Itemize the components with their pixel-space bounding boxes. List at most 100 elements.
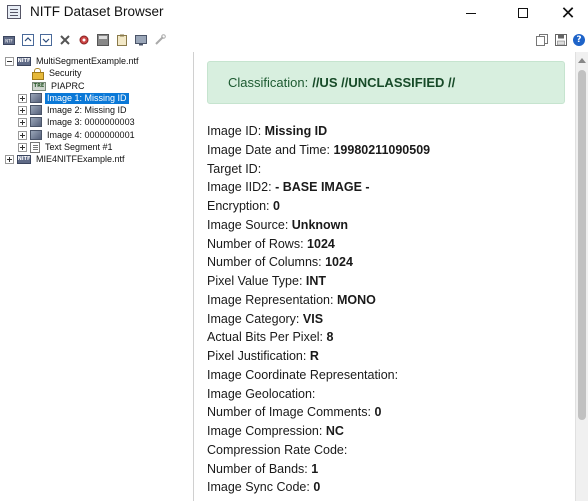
tree-label-image1[interactable]: Image 1: Missing ID bbox=[45, 92, 129, 104]
detail-field: Image Representation: MONO bbox=[207, 291, 567, 310]
detail-field: Image Source: Unknown bbox=[207, 216, 567, 235]
details-scrollbar[interactable] bbox=[575, 52, 588, 501]
image-segment-icon bbox=[30, 130, 42, 140]
detail-field: Encryption: 0 bbox=[207, 197, 567, 216]
tree-label-security[interactable]: Security bbox=[47, 68, 84, 79]
detail-field: Image IID2: - BASE IMAGE - bbox=[207, 178, 567, 197]
detail-field: Image ID: Missing ID bbox=[207, 122, 567, 141]
minimize-button[interactable] bbox=[448, 0, 494, 26]
image-segment-icon bbox=[30, 93, 42, 103]
tree-label-image3[interactable]: Image 3: 0000000003 bbox=[45, 117, 137, 128]
settings-icon[interactable] bbox=[78, 34, 90, 46]
detail-field: Image Coordinate Representation: bbox=[207, 366, 567, 385]
detail-field-label: Image Compression: bbox=[207, 424, 323, 438]
image-segment-icon bbox=[30, 117, 42, 127]
tree-label-image4[interactable]: Image 4: 0000000001 bbox=[45, 130, 137, 141]
detail-field-label: Pixel Justification: bbox=[207, 349, 307, 363]
expand-node-icon[interactable] bbox=[18, 130, 27, 140]
detail-field: Compression Rate Code: bbox=[207, 441, 567, 460]
detail-field-label: Number of Image Comments: bbox=[207, 405, 371, 420]
tree-node-security[interactable]: Security bbox=[32, 67, 84, 80]
maximize-button[interactable] bbox=[500, 0, 546, 26]
help-glyph: ? bbox=[573, 34, 585, 46]
detail-field-label: Compression Rate Code: bbox=[207, 442, 348, 457]
detail-field-label: Image Representation: bbox=[207, 292, 334, 307]
detail-field: Number of Columns: 1024 bbox=[207, 253, 567, 272]
detail-field-label: Pixel Value Type: bbox=[207, 274, 303, 288]
detail-field-label: Encryption: bbox=[207, 199, 270, 213]
tree-node-image2[interactable]: Image 2: Missing ID bbox=[18, 104, 129, 116]
lock-icon bbox=[32, 68, 44, 80]
tree-label-piaprc[interactable]: PIAPRC bbox=[49, 81, 87, 92]
app-icon bbox=[7, 5, 21, 19]
detail-field-label: Actual Bits Per Pixel: bbox=[207, 330, 324, 345]
save-icon[interactable] bbox=[555, 34, 567, 46]
detail-field-label: Image ID: bbox=[207, 124, 262, 138]
detail-field-label: Image Source: bbox=[207, 217, 289, 232]
detail-field-value: 1 bbox=[311, 461, 319, 476]
detail-field-label: Image Geolocation: bbox=[207, 386, 316, 401]
tree-node-image3[interactable]: Image 3: 0000000003 bbox=[18, 116, 137, 128]
detail-field: Pixel Justification: R bbox=[207, 347, 567, 366]
maximize-icon bbox=[518, 8, 528, 18]
detail-field: Target ID: bbox=[207, 160, 567, 179]
detail-field-value: Missing ID bbox=[264, 124, 328, 138]
detail-field-value: 0 bbox=[273, 199, 280, 213]
detail-field: Image Geolocation: bbox=[207, 385, 567, 404]
field-list: Image ID: Missing ID Image Date and Time:… bbox=[207, 122, 567, 497]
open-file-icon[interactable]: NTF bbox=[3, 34, 15, 46]
help-icon[interactable]: ? bbox=[573, 34, 585, 46]
expand-node-icon[interactable] bbox=[5, 154, 14, 164]
details-panel: Classification: //US //UNCLASSIFIED // I… bbox=[197, 52, 575, 501]
toolbar: NTF ? bbox=[0, 28, 588, 52]
copy-icon[interactable] bbox=[536, 34, 548, 46]
detail-field-value: 0 bbox=[374, 405, 382, 420]
clipboard-icon[interactable] bbox=[116, 34, 128, 46]
detail-field-value: VIS bbox=[302, 311, 324, 326]
tree-node-root2[interactable]: NITF MIE4NITFExample.ntf bbox=[5, 153, 127, 165]
scroll-up-icon[interactable] bbox=[578, 58, 586, 63]
expand-node-icon[interactable] bbox=[18, 105, 27, 115]
tree-node-image1[interactable]: Image 1: Missing ID bbox=[18, 92, 129, 104]
detail-field: Actual Bits Per Pixel: 8 bbox=[207, 328, 567, 347]
detail-field: Number of Rows: 1024 bbox=[207, 235, 567, 254]
scroll-thumb[interactable] bbox=[578, 70, 586, 420]
nitf-file-icon: NITF bbox=[17, 56, 31, 66]
collapse-node-icon[interactable] bbox=[5, 56, 14, 66]
detail-field-value: 1024 bbox=[325, 255, 353, 270]
tree-label-root2[interactable]: MIE4NITFExample.ntf bbox=[34, 154, 127, 165]
tools-icon[interactable] bbox=[154, 34, 166, 46]
detail-field: Number of Bands: 1 bbox=[207, 460, 567, 479]
detail-field: Image Category: VIS bbox=[207, 310, 567, 329]
detail-field-value: 1024 bbox=[307, 236, 335, 251]
text-segment-icon bbox=[30, 141, 40, 153]
tree-node-image4[interactable]: Image 4: 0000000001 bbox=[18, 129, 137, 141]
detail-field: Image Sync Code: 0 bbox=[207, 478, 567, 497]
expand-icon[interactable] bbox=[40, 34, 52, 46]
expand-node-icon[interactable] bbox=[18, 93, 27, 103]
title-bar: NITF Dataset Browser ✕ bbox=[0, 0, 588, 26]
expand-node-icon[interactable] bbox=[18, 142, 27, 152]
dataset-tree[interactable]: NITF MultiSegmentExample.ntf Security TR… bbox=[0, 52, 194, 501]
detail-field-value: MONO bbox=[336, 292, 376, 307]
tree-node-root1[interactable]: NITF MultiSegmentExample.ntf bbox=[5, 55, 141, 67]
classification-banner: Classification: //US //UNCLASSIFIED // bbox=[207, 61, 565, 104]
tree-node-text1[interactable]: Text Segment #1 bbox=[18, 141, 115, 153]
image-view-icon[interactable] bbox=[135, 34, 147, 46]
detail-field-label: Number of Columns: bbox=[207, 255, 322, 270]
detail-field: Image Date and Time: 19980211090509 bbox=[207, 141, 567, 160]
svg-text:NTF: NTF bbox=[5, 39, 13, 44]
tree-label-image2[interactable]: Image 2: Missing ID bbox=[45, 105, 129, 116]
image-segment-icon bbox=[30, 105, 42, 115]
tree-label-root1[interactable]: MultiSegmentExample.ntf bbox=[34, 56, 141, 67]
tree-label-text1[interactable]: Text Segment #1 bbox=[43, 142, 115, 153]
detail-field: Number of Image Comments: 0 bbox=[207, 403, 567, 422]
close-button[interactable]: ✕ bbox=[545, 0, 588, 26]
collapse-icon[interactable] bbox=[22, 34, 34, 46]
tree-node-piaprc[interactable]: TRE PIAPRC bbox=[32, 80, 87, 92]
delete-icon[interactable] bbox=[59, 34, 71, 46]
classification-value: //US //UNCLASSIFIED // bbox=[312, 75, 456, 90]
detail-field-value: 19980211090509 bbox=[333, 142, 431, 157]
expand-node-icon[interactable] bbox=[18, 117, 27, 127]
export-icon[interactable] bbox=[97, 34, 109, 46]
